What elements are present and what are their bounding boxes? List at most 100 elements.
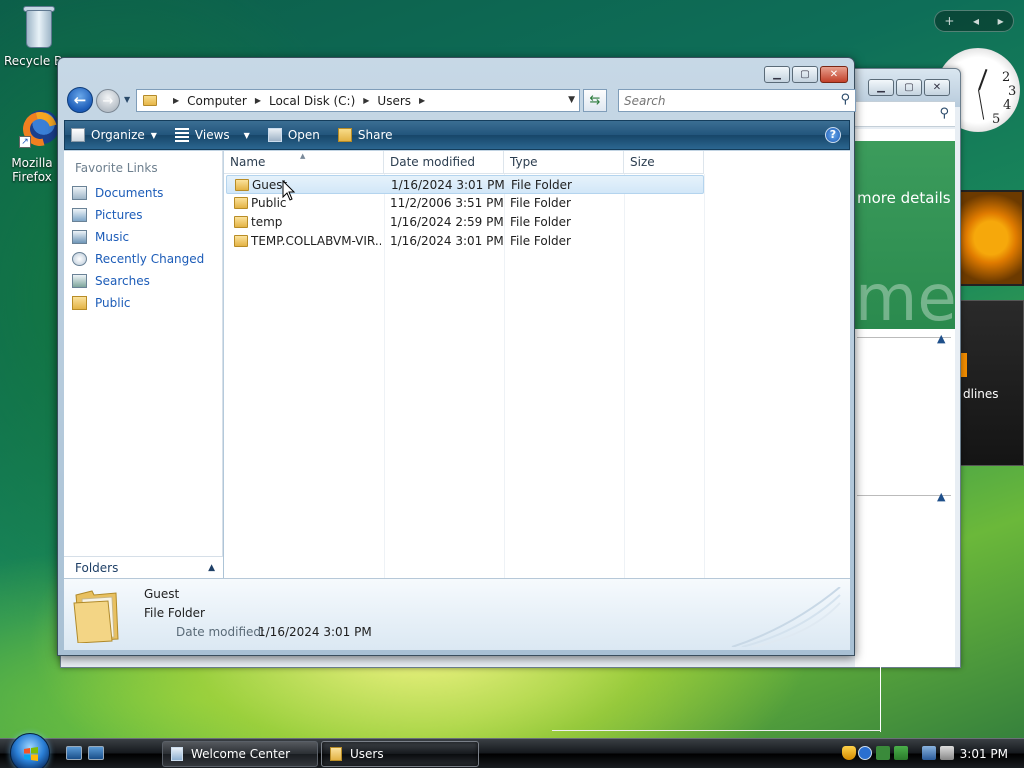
folders-label: Folders bbox=[75, 561, 119, 575]
firefox-label: Mozilla Firefox bbox=[11, 156, 53, 184]
folder-icon bbox=[234, 197, 248, 209]
feed-headlines-label: dlines bbox=[963, 387, 999, 401]
views-label: Views bbox=[194, 128, 230, 142]
folders-toggle[interactable]: Folders ▲ bbox=[64, 556, 223, 578]
welcome-center-search[interactable]: ⚲ bbox=[855, 101, 955, 127]
open-button[interactable]: Open bbox=[267, 128, 320, 142]
recently-changed-icon bbox=[72, 252, 87, 266]
details-pane: Guest File Folder Date modified: 1/16/20… bbox=[64, 578, 850, 650]
security-shield-icon[interactable] bbox=[842, 746, 856, 760]
help-icon[interactable]: ? bbox=[825, 127, 841, 143]
table-row-public[interactable]: Public 11/2/2006 3:51 PM File Folder bbox=[226, 194, 704, 213]
search-icon[interactable]: ⚲ bbox=[840, 92, 850, 107]
switch-windows-icon[interactable] bbox=[88, 746, 104, 760]
maximize-button[interactable]: ▢ bbox=[792, 66, 818, 83]
feed-headlines-gadget[interactable]: dlines bbox=[958, 300, 1024, 466]
explorer-window[interactable]: ▁ ▢ ✕ ← → ▼ ▶ Computer ▶ Local Disk (C:)… bbox=[57, 57, 856, 656]
breadcrumb-local-disk[interactable]: Local Disk (C:) bbox=[269, 94, 355, 108]
search-box[interactable]: ⚲ bbox=[618, 89, 856, 112]
breadcrumb-separator-icon[interactable]: ▶ bbox=[255, 96, 261, 105]
arrow-left-icon: ← bbox=[73, 91, 87, 109]
prev-gadget-button[interactable]: ◂ bbox=[973, 14, 979, 28]
system-tray: 3:01 PM bbox=[838, 741, 1024, 767]
nav-link-label: Public bbox=[95, 296, 131, 310]
column-header-name[interactable]: ▲ Name bbox=[224, 151, 384, 174]
chevron-down-icon: ▼ bbox=[243, 130, 250, 140]
views-button[interactable]: Views ▼ bbox=[174, 128, 250, 142]
row-date: 11/2/2006 3:51 PM bbox=[390, 196, 504, 210]
address-bar[interactable]: ▶ Computer ▶ Local Disk (C:) ▶ Users ▶ ▼ bbox=[136, 89, 580, 112]
sort-ascending-icon: ▲ bbox=[300, 152, 306, 160]
row-name: Public bbox=[251, 196, 287, 210]
taskbar-button-label: Users bbox=[350, 747, 384, 761]
minimize-button[interactable]: ▁ bbox=[868, 79, 894, 96]
arrow-right-icon: → bbox=[102, 93, 114, 109]
column-header-date-modified[interactable]: Date modified bbox=[384, 151, 504, 174]
taskbar-button-welcome-center[interactable]: Welcome Center bbox=[162, 741, 318, 767]
searches-icon bbox=[72, 274, 87, 288]
navigation-pane: Favorite Links Documents Pictures Music … bbox=[64, 151, 223, 578]
minimize-button[interactable]: ▁ bbox=[764, 66, 790, 83]
sidebar-controls: + ◂ ▸ bbox=[934, 10, 1014, 32]
address-dropdown-icon[interactable]: ▼ bbox=[568, 95, 575, 105]
address-row: ← → ▼ ▶ Computer ▶ Local Disk (C:) ▶ Use… bbox=[66, 86, 856, 116]
back-button[interactable]: ← bbox=[67, 87, 93, 113]
network-icon[interactable] bbox=[922, 746, 936, 760]
row-name: TEMP.COLLABVM-VIR... bbox=[251, 234, 381, 248]
show-desktop-icon[interactable] bbox=[66, 746, 82, 760]
nav-link-public[interactable]: Public bbox=[72, 293, 131, 313]
nav-link-music[interactable]: Music bbox=[72, 227, 129, 247]
windows-update-icon[interactable] bbox=[894, 746, 908, 760]
taskbar-button-users[interactable]: Users bbox=[321, 741, 479, 767]
close-button[interactable]: ✕ bbox=[820, 66, 848, 83]
row-type: File Folder bbox=[510, 234, 571, 248]
column-divider bbox=[704, 174, 705, 578]
table-row-temp-collabvm[interactable]: TEMP.COLLABVM-VIR... 1/16/2024 3:01 PM F… bbox=[226, 232, 704, 251]
nav-link-searches[interactable]: Searches bbox=[72, 271, 150, 291]
clock-number-5: 5 bbox=[992, 112, 1001, 127]
folder-icon bbox=[235, 179, 249, 191]
public-folder-icon bbox=[72, 296, 87, 310]
shortcut-arrow-icon: ↗ bbox=[19, 136, 31, 148]
clock-time[interactable]: 3:01 PM bbox=[960, 747, 1008, 761]
recent-pages-dropdown[interactable]: ▼ bbox=[124, 95, 130, 104]
show-more-details-link[interactable]: more details bbox=[857, 189, 951, 207]
folder-large-icon bbox=[73, 590, 119, 643]
breadcrumb-separator-icon[interactable]: ▶ bbox=[173, 96, 179, 105]
table-row-temp[interactable]: temp 1/16/2024 2:59 PM File Folder bbox=[226, 213, 704, 232]
forward-button[interactable]: → bbox=[96, 89, 120, 113]
refresh-button[interactable]: ⇆ bbox=[583, 89, 607, 112]
search-input[interactable] bbox=[624, 93, 824, 108]
breadcrumb-computer[interactable]: Computer bbox=[187, 94, 247, 108]
safely-remove-icon[interactable] bbox=[876, 746, 890, 760]
welcome-center-banner: more details me bbox=[855, 141, 957, 331]
folder-icon bbox=[234, 235, 248, 247]
organize-button[interactable]: Organize ▼ bbox=[71, 128, 157, 142]
maximize-button[interactable]: ▢ bbox=[896, 79, 922, 96]
nav-link-label: Recently Changed bbox=[95, 252, 205, 266]
breadcrumb-separator-icon[interactable]: ▶ bbox=[363, 96, 369, 105]
close-button[interactable]: ✕ bbox=[924, 79, 950, 96]
nav-link-label: Documents bbox=[95, 186, 164, 200]
table-row-guest[interactable]: Guest 1/16/2024 3:01 PM File Folder bbox=[226, 175, 704, 194]
breadcrumb-separator-icon[interactable]: ▶ bbox=[419, 96, 425, 105]
info-icon[interactable] bbox=[858, 746, 872, 760]
windows-logo-icon bbox=[24, 747, 38, 761]
row-name: Guest bbox=[252, 178, 288, 192]
column-header-type[interactable]: Type bbox=[504, 151, 624, 174]
add-gadget-button[interactable]: + bbox=[944, 14, 954, 28]
start-button[interactable] bbox=[10, 733, 50, 768]
volume-muted-icon[interactable] bbox=[940, 746, 954, 760]
collapse-chevron-icon[interactable]: ▲ bbox=[937, 332, 945, 345]
nav-link-recently-changed[interactable]: Recently Changed bbox=[72, 249, 204, 269]
next-gadget-button[interactable]: ▸ bbox=[998, 14, 1004, 28]
column-label: Name bbox=[230, 155, 266, 169]
collapse-chevron-icon[interactable]: ▲ bbox=[937, 490, 945, 503]
share-button[interactable]: Share bbox=[337, 128, 393, 142]
slideshow-gadget[interactable] bbox=[958, 190, 1024, 286]
column-header-size[interactable]: Size bbox=[624, 151, 704, 174]
nav-link-documents[interactable]: Documents bbox=[72, 183, 163, 203]
breadcrumb-users[interactable]: Users bbox=[377, 94, 411, 108]
nav-link-pictures[interactable]: Pictures bbox=[72, 205, 143, 225]
details-date-value: 1/16/2024 3:01 PM bbox=[258, 625, 372, 639]
